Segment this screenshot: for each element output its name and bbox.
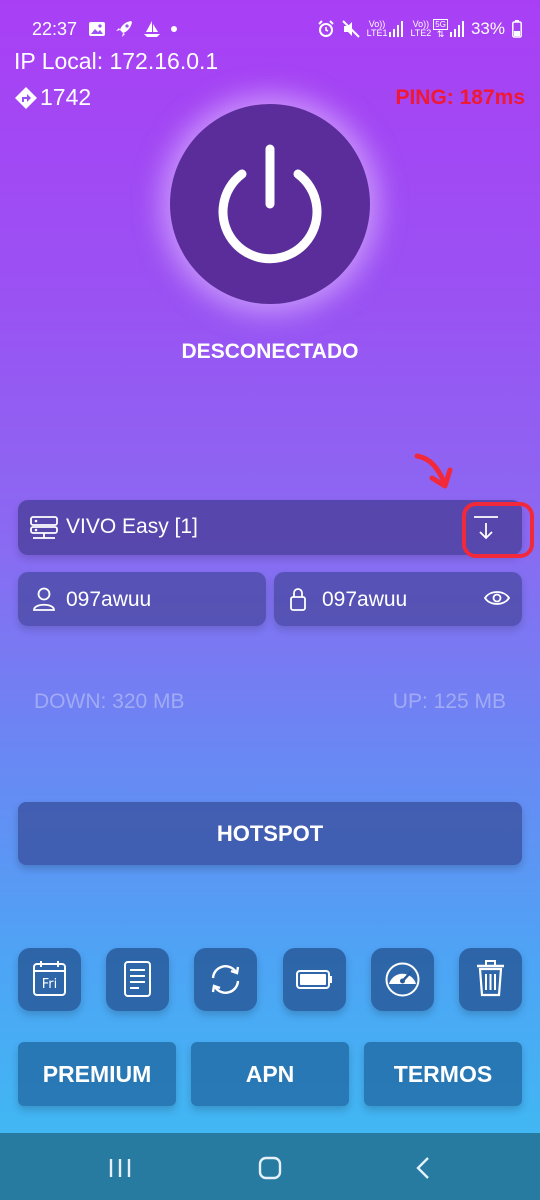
notification-icons: [88, 19, 178, 39]
annotation-highlight: [462, 502, 534, 558]
upload-traffic: UP: 125 MB: [392, 690, 506, 713]
back-icon[interactable]: [402, 1149, 442, 1189]
document-button[interactable]: [106, 948, 169, 1011]
battery-button[interactable]: [283, 948, 346, 1011]
calendar-button[interactable]: Fri: [18, 948, 81, 1011]
password-field[interactable]: 097awuu: [274, 572, 522, 626]
sim1-lte: LTE1: [366, 28, 388, 38]
username-field[interactable]: 097awuu: [18, 572, 266, 626]
sailboat-icon: [144, 21, 160, 37]
battery-percent: 33%: [470, 19, 505, 38]
home-icon[interactable]: [250, 1149, 290, 1189]
recent-apps-icon[interactable]: [100, 1149, 140, 1189]
password-value: 097awuu: [322, 588, 408, 611]
calendar-icon: Fri: [33, 961, 66, 996]
user-icon: [33, 587, 55, 611]
mute-icon: [341, 20, 360, 38]
refresh-button[interactable]: [194, 948, 257, 1011]
hotspot-button[interactable]: HOTSPOT: [18, 802, 522, 865]
clear-button[interactable]: [459, 948, 522, 1011]
apn-button[interactable]: APN: [191, 1042, 349, 1106]
username-value: 097awuu: [66, 588, 152, 611]
server-icon: [30, 516, 58, 539]
direction-sign-icon: [15, 86, 37, 109]
system-icons: Vo)) LTE1 Vo)) LTE2 5G ⇅ 33%: [317, 19, 522, 39]
rocket-icon: [116, 21, 132, 37]
ip-local-label: IP Local: 172.16.0.1: [14, 48, 219, 74]
signal-icon-2: [449, 21, 464, 37]
ping-label: PING: 187ms: [395, 86, 525, 109]
status-time: 22:37: [32, 19, 78, 39]
sim2-indicator: Vo)) LTE2 5G ⇅: [410, 19, 464, 39]
battery-icon: [296, 970, 332, 989]
image-icon: [89, 22, 105, 36]
termos-button[interactable]: TERMOS: [364, 1042, 522, 1106]
alarm-icon: [317, 20, 334, 37]
power-button[interactable]: [170, 104, 370, 304]
eye-icon[interactable]: [484, 588, 510, 608]
sim1-indicator: Vo)) LTE1: [367, 20, 404, 38]
trash-icon: [477, 960, 504, 997]
dot-icon: [171, 26, 177, 32]
sim2-lte: LTE2: [410, 28, 432, 38]
document-icon: [124, 961, 151, 997]
status-bar: 22:37 Vo)) LTE1 Vo)) LTE2 5G ⇅ 33%: [0, 0, 540, 44]
refresh-icon: [211, 965, 240, 994]
speedtest-button[interactable]: [371, 948, 434, 1011]
server-name: VIVO Easy [1]: [66, 515, 198, 538]
connection-status: DESCONECTADO: [181, 340, 359, 363]
speedometer-icon: [385, 962, 420, 997]
premium-button[interactable]: PREMIUM: [18, 1042, 176, 1106]
counter-value: 1742: [40, 84, 92, 110]
power-icon: [218, 144, 322, 264]
counter: 1742: [14, 84, 91, 111]
annotation-arrow-icon: [414, 453, 453, 489]
lock-icon: [290, 588, 306, 611]
download-traffic: DOWN: 320 MB: [34, 690, 185, 713]
signal-icon: [389, 21, 404, 37]
navigation-bar: [0, 1133, 540, 1200]
battery-icon: [512, 20, 522, 38]
server-selector[interactable]: VIVO Easy [1]: [18, 500, 522, 555]
data-arrows-icon: ⇅: [436, 29, 445, 39]
calendar-day-label: Fri: [42, 977, 58, 992]
